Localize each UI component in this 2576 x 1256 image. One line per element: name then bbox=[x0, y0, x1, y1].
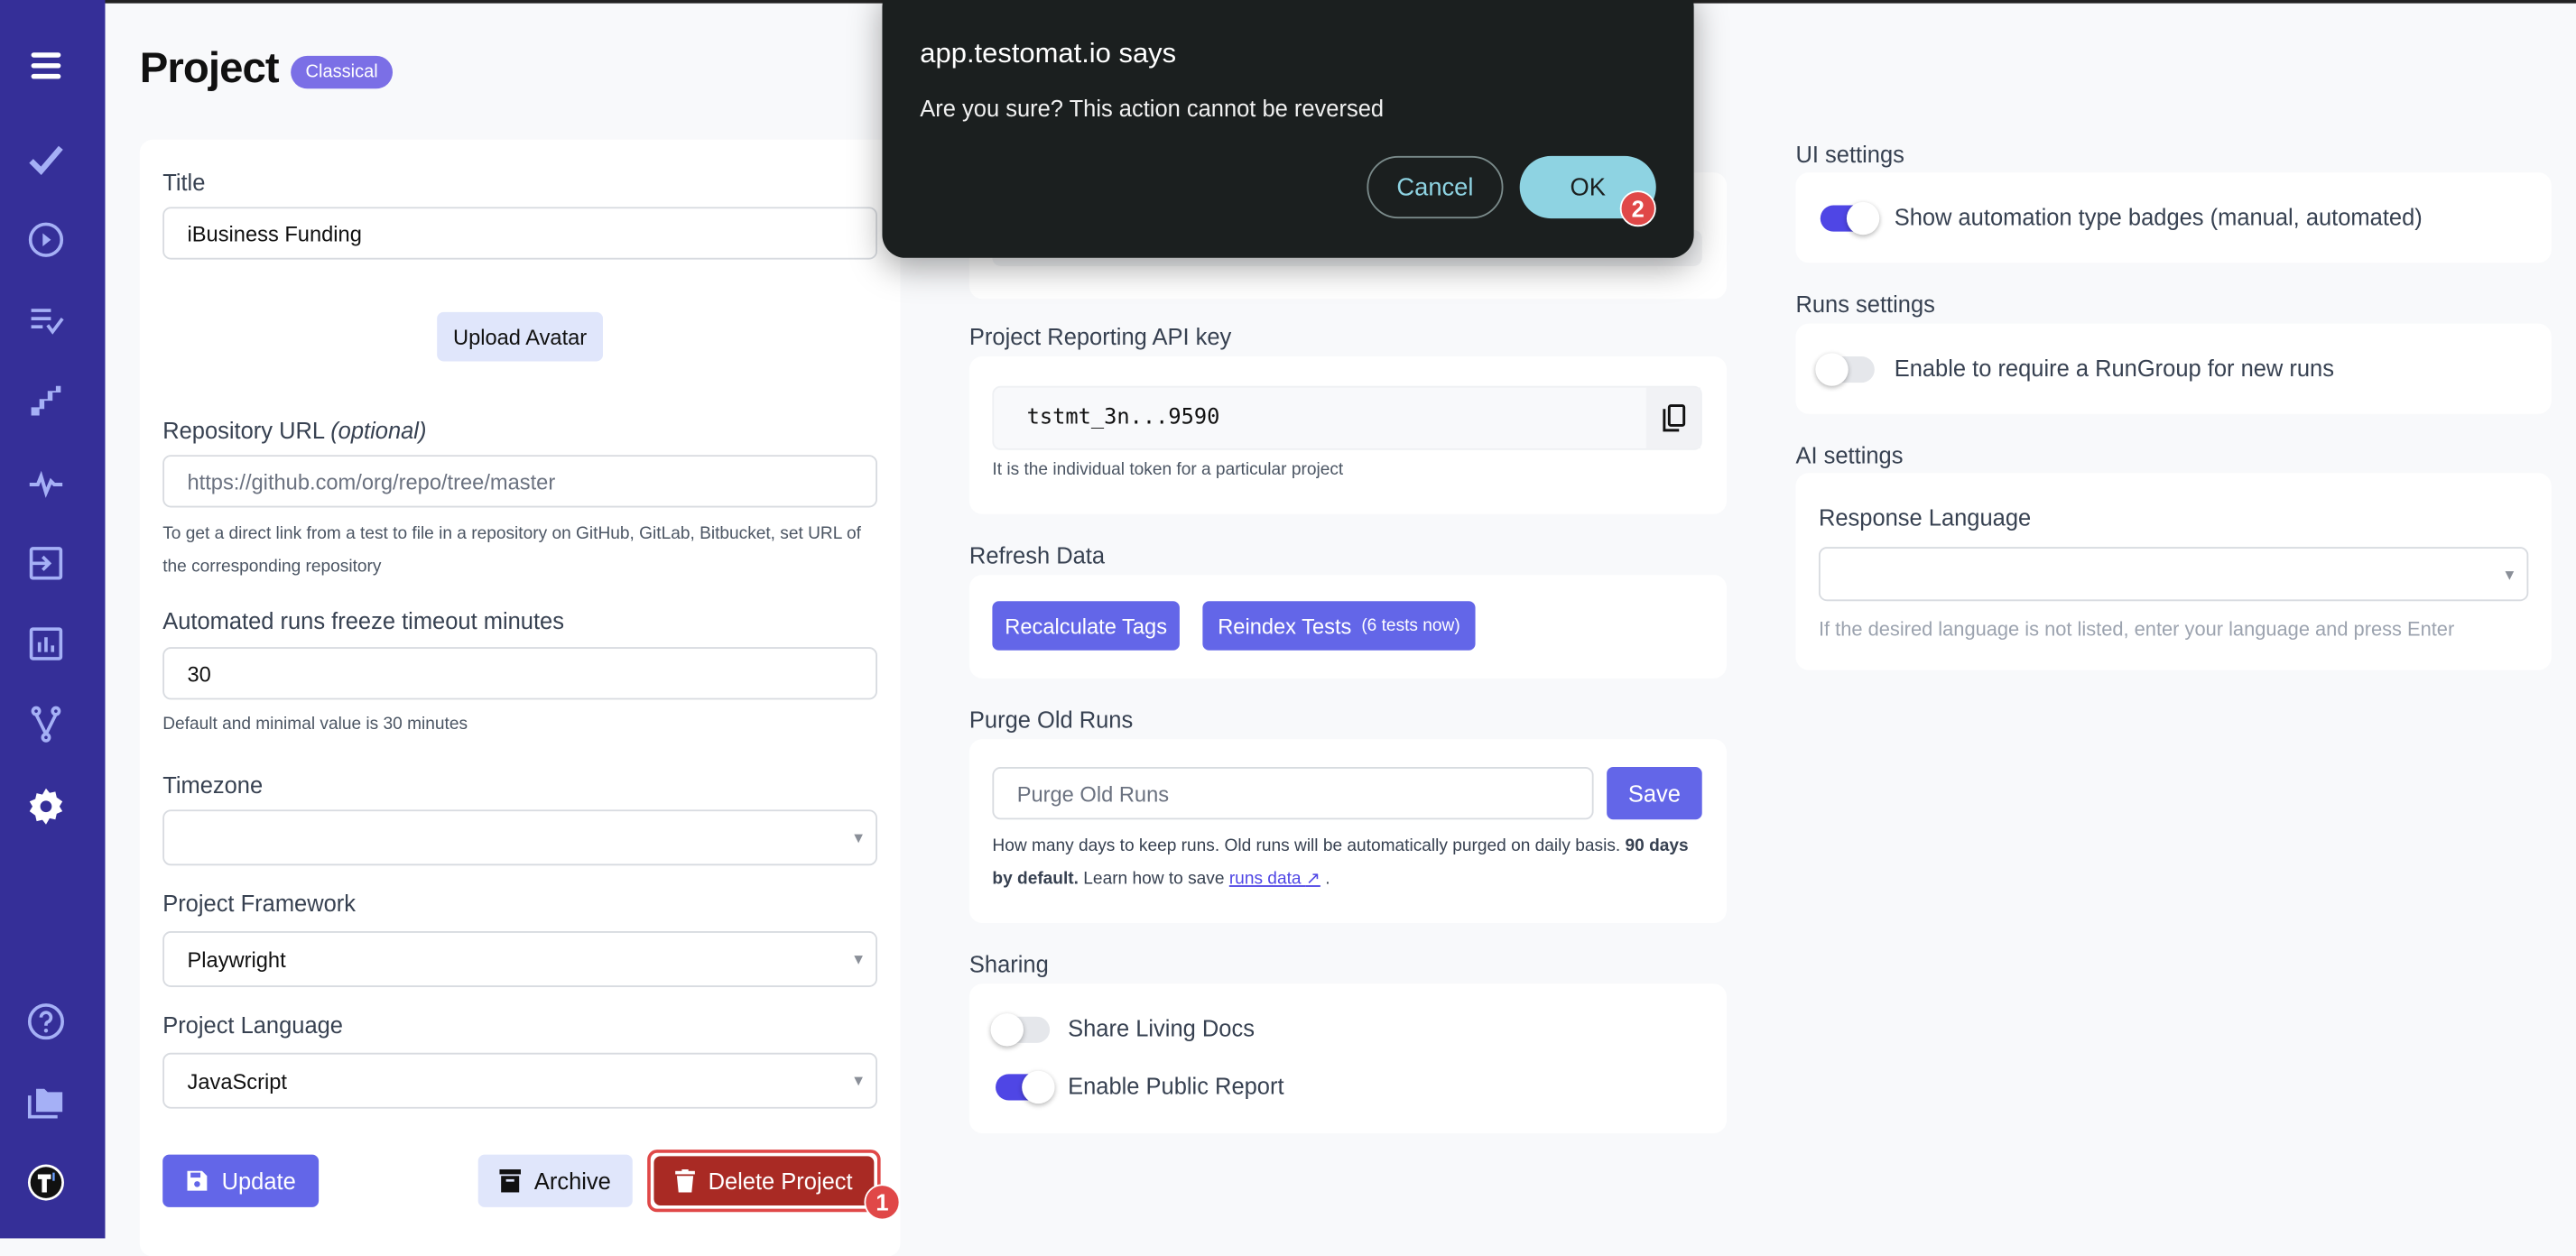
response-language-select[interactable]: ▼ bbox=[1818, 547, 2529, 602]
response-language-label: Response Language bbox=[1818, 503, 2032, 531]
checklist-icon[interactable] bbox=[23, 297, 69, 343]
language-value: JavaScript bbox=[187, 1068, 287, 1094]
api-key-help: It is the individual token for a particu… bbox=[992, 459, 1344, 480]
confirm-dialog: app.testomat.io says Are you sure? This … bbox=[882, 0, 1694, 258]
dialog-message: Are you sure? This action cannot be reve… bbox=[920, 95, 1385, 122]
ai-settings-label: AI settings bbox=[1795, 441, 1904, 468]
step-marker-2: 2 bbox=[1619, 190, 1656, 227]
dialog-title: app.testomat.io says bbox=[920, 37, 1177, 69]
external-link-icon: ↗ bbox=[1305, 868, 1320, 889]
title-input[interactable]: iBusiness Funding bbox=[162, 207, 877, 260]
automation-badges-label: Show automation type badges (manual, aut… bbox=[1894, 203, 2423, 230]
runs-settings-label: Runs settings bbox=[1795, 291, 1935, 318]
api-key-label: Project Reporting API key bbox=[968, 323, 1232, 350]
delete-project-button[interactable]: Delete Project bbox=[653, 1156, 875, 1206]
repo-url-help: To get a direct link from a test to file… bbox=[162, 523, 861, 577]
reindex-label: Reindex Tests bbox=[1218, 613, 1352, 639]
share-living-docs-toggle[interactable] bbox=[990, 1013, 1051, 1047]
gear-icon[interactable] bbox=[23, 783, 69, 829]
purge-help-end: . bbox=[1325, 868, 1330, 889]
freeze-timeout-label: Automated runs freeze timeout minutes bbox=[162, 607, 564, 634]
purge-help: How many days to keep runs. Old runs wil… bbox=[992, 829, 1699, 895]
pulse-icon[interactable] bbox=[23, 460, 69, 506]
branch-icon[interactable] bbox=[23, 701, 69, 747]
refresh-data-label: Refresh Data bbox=[968, 541, 1106, 568]
chevron-down-icon: ▼ bbox=[851, 950, 866, 968]
freeze-timeout-help: Default and minimal value is 30 minutes bbox=[162, 714, 468, 734]
step-marker-1: 1 bbox=[864, 1184, 901, 1221]
purge-days-input[interactable]: Purge Old Runs bbox=[992, 767, 1594, 820]
delete-project-outline: Delete Project bbox=[647, 1150, 881, 1213]
page-title: Project bbox=[139, 42, 280, 92]
api-key-field[interactable]: tstmt_3n...9590 bbox=[992, 385, 1702, 450]
check-icon[interactable] bbox=[23, 136, 69, 182]
public-report-label: Enable Public Report bbox=[1068, 1072, 1284, 1099]
toggle-knob bbox=[1846, 201, 1880, 236]
framework-select[interactable]: Playwright ▼ bbox=[162, 931, 877, 987]
sidebar bbox=[0, 0, 106, 1239]
save-icon bbox=[187, 1170, 208, 1191]
dialog-cancel-button[interactable]: Cancel bbox=[1367, 155, 1504, 219]
delete-project-label: Delete Project bbox=[708, 1168, 853, 1195]
import-icon[interactable] bbox=[23, 540, 69, 586]
purge-label: Purge Old Runs bbox=[968, 706, 1134, 733]
archive-label: Archive bbox=[533, 1168, 611, 1195]
archive-icon bbox=[499, 1168, 522, 1193]
freeze-timeout-input[interactable]: 30 bbox=[162, 647, 877, 700]
update-label: Update bbox=[221, 1168, 296, 1195]
testomat-logo[interactable] bbox=[23, 1159, 69, 1205]
title-label: Title bbox=[162, 169, 206, 196]
purge-save-button[interactable]: Save bbox=[1607, 767, 1702, 820]
chevron-down-icon: ▼ bbox=[851, 829, 866, 846]
framework-label: Project Framework bbox=[162, 890, 357, 917]
trash-icon bbox=[675, 1168, 696, 1193]
timezone-select[interactable]: ▼ bbox=[162, 809, 877, 866]
optional-hint: (optional) bbox=[330, 417, 427, 444]
share-living-docs-label: Share Living Docs bbox=[1068, 1014, 1255, 1042]
play-circle-icon[interactable] bbox=[23, 217, 69, 263]
purge-help-text: How many days to keep runs. Old runs wil… bbox=[992, 836, 1621, 856]
recalculate-tags-button[interactable]: Recalculate Tags bbox=[992, 601, 1180, 651]
response-language-help: If the desired language is not listed, e… bbox=[1818, 617, 2455, 641]
update-button[interactable]: Update bbox=[162, 1154, 320, 1207]
project-type-badge: Classical bbox=[291, 55, 394, 89]
upload-avatar-button[interactable]: Upload Avatar bbox=[437, 311, 604, 362]
repo-url-label: Repository URL (optional) bbox=[162, 417, 426, 443]
rungroup-toggle[interactable] bbox=[1815, 353, 1875, 386]
test-count: (6 tests now) bbox=[1361, 615, 1460, 636]
timezone-label: Timezone bbox=[162, 771, 264, 799]
toggle-knob bbox=[1022, 1070, 1055, 1104]
api-key-value: tstmt_3n...9590 bbox=[1026, 405, 1220, 430]
purge-help-learn: Learn how to save bbox=[1083, 868, 1225, 889]
sharing-card bbox=[968, 984, 1728, 1133]
copy-icon bbox=[1662, 404, 1685, 432]
framework-value: Playwright bbox=[187, 947, 286, 972]
archive-button[interactable]: Archive bbox=[477, 1154, 633, 1207]
analytics-icon[interactable] bbox=[23, 621, 69, 667]
language-select[interactable]: JavaScript ▼ bbox=[162, 1052, 877, 1109]
chevron-down-icon: ▼ bbox=[851, 1072, 866, 1089]
automation-badges-toggle[interactable] bbox=[1820, 201, 1880, 236]
sharing-label: Sharing bbox=[968, 950, 1049, 978]
toggle-knob bbox=[990, 1013, 1024, 1047]
runs-data-link-text: runs data bbox=[1228, 868, 1302, 889]
copy-button[interactable] bbox=[1645, 387, 1700, 448]
public-report-toggle[interactable] bbox=[996, 1070, 1055, 1104]
chevron-down-icon: ▼ bbox=[2502, 566, 2517, 583]
repo-url-input[interactable]: https://github.com/org/repo/tree/master bbox=[162, 455, 877, 508]
help-icon[interactable] bbox=[23, 999, 69, 1045]
language-label: Project Language bbox=[162, 1011, 343, 1039]
runs-data-link[interactable]: runs data ↗ bbox=[1229, 869, 1320, 889]
menu-icon[interactable] bbox=[23, 42, 69, 88]
steps-icon[interactable] bbox=[23, 378, 69, 424]
rungroup-label: Enable to require a RunGroup for new run… bbox=[1894, 355, 2334, 382]
toggle-knob bbox=[1815, 353, 1849, 386]
repo-url-label-text: Repository URL bbox=[162, 417, 325, 444]
ui-settings-label: UI settings bbox=[1795, 141, 1904, 168]
folder-icon[interactable] bbox=[23, 1079, 69, 1125]
reindex-tests-button[interactable]: Reindex Tests (6 tests now) bbox=[1202, 601, 1476, 651]
